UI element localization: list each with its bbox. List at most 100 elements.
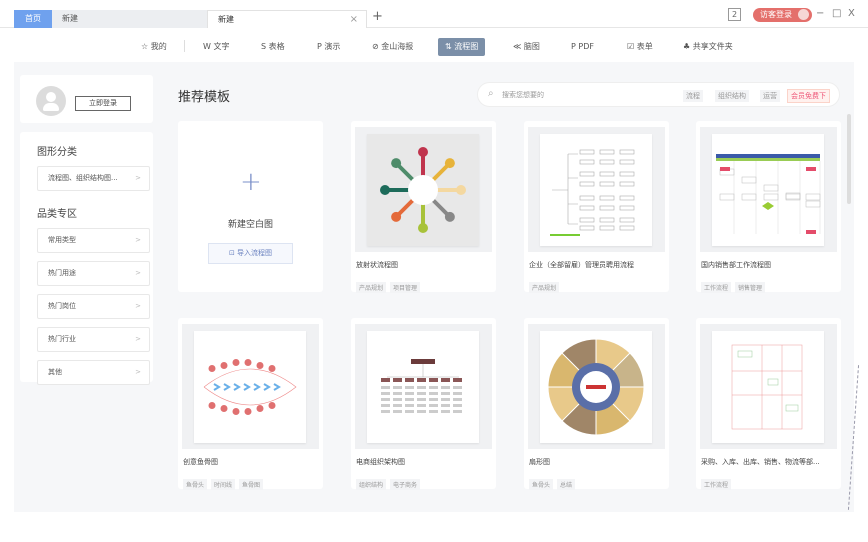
tab-label: 新建 bbox=[218, 15, 234, 24]
template-name: 企业（全部留雇）管理员聘用流程 bbox=[529, 261, 634, 269]
template-card[interactable]: 企业（全部留雇）管理员聘用流程 产品规划 bbox=[524, 121, 669, 293]
template-card[interactable]: 国内销售部工作流程图 工作流程 销售管理 bbox=[696, 121, 841, 293]
minimize-button[interactable]: − bbox=[816, 8, 824, 19]
nav-label: 文字 bbox=[213, 42, 230, 51]
nav-item-1[interactable]: W 文字 bbox=[196, 38, 236, 56]
new-blank-label: 新建空白图 bbox=[227, 220, 273, 230]
nav-item-4[interactable]: ⊘ 金山海报 bbox=[365, 38, 420, 56]
template-thumbnail bbox=[700, 324, 837, 449]
tab-label: 新建 bbox=[62, 14, 78, 23]
template-name: 电商组织架构图 bbox=[356, 458, 405, 466]
template-tag[interactable]: 项目管理 bbox=[390, 282, 421, 293]
tab-new-1[interactable]: 新建 bbox=[52, 10, 207, 28]
nav-divider bbox=[184, 40, 185, 52]
member-free-tag[interactable]: 会员免费下 bbox=[787, 89, 830, 103]
mindmap-icon: ≪ bbox=[513, 42, 522, 51]
template-tag[interactable]: 总结 bbox=[557, 479, 576, 490]
scrollbar[interactable] bbox=[847, 114, 851, 204]
template-card[interactable]: 扇形图 鱼骨头 总结 bbox=[524, 318, 669, 490]
menu-label: 热门岗位 bbox=[48, 302, 76, 310]
tab-new-2[interactable]: 新建 × bbox=[207, 10, 367, 28]
search-input[interactable]: ⌕ 搜索您想要的 流程 组织结构 运营 会员免费下 bbox=[477, 82, 840, 107]
section-title: 图形分类 bbox=[37, 147, 77, 158]
template-tag[interactable]: 工作流程 bbox=[701, 282, 732, 293]
nav-label: 演示 bbox=[324, 42, 341, 51]
top-nav: ☆ 我的 W 文字 S 表格 P 演示 ⊘ 金山海报 ⇅ 流程图 ≪ 脑图 P PDF ☑ 表单… bbox=[0, 34, 868, 58]
template-preview-image bbox=[540, 134, 652, 246]
guest-login-button[interactable]: 访客登录 bbox=[753, 8, 812, 22]
flowchart-icon: ⇅ bbox=[445, 42, 452, 51]
search-tag[interactable]: 组织结构 bbox=[715, 90, 749, 102]
nav-label: 我的 bbox=[150, 42, 167, 51]
import-flowchart-button[interactable]: ⊡ 导入流程图 bbox=[208, 243, 293, 264]
template-thumbnail bbox=[182, 324, 319, 449]
category-item[interactable]: 热门用途 > bbox=[37, 261, 150, 286]
category-item[interactable]: 热门岗位 > bbox=[37, 294, 150, 319]
add-tab-button[interactable]: + bbox=[372, 9, 383, 24]
tab-count-badge[interactable]: 2 bbox=[728, 8, 742, 21]
template-tag[interactable]: 鱼骨头 bbox=[529, 479, 554, 490]
category-panel: 图形分类 流程图、组织结构图... > 品类专区 常用类型 > 热门用途 > 热门岗位 > 热… bbox=[20, 132, 153, 385]
nav-item-8[interactable]: ☑ 表单 bbox=[620, 38, 660, 56]
nav-label: 金山海报 bbox=[381, 42, 414, 51]
template-tag[interactable]: 时间线 bbox=[211, 479, 236, 490]
template-tag[interactable]: 产品规划 bbox=[529, 282, 560, 293]
template-card[interactable]: 采购、入库、出库、销售、物流等部... 工作流程 bbox=[696, 318, 841, 490]
nav-item-6[interactable]: ≪ 脑图 bbox=[506, 38, 547, 56]
close-tab-icon[interactable]: × bbox=[350, 11, 358, 29]
template-tag[interactable]: 鱼骨头 bbox=[183, 479, 208, 490]
template-preview-image bbox=[194, 331, 306, 443]
login-button[interactable]: 立即登录 bbox=[75, 96, 131, 111]
nav-label: 流程图 bbox=[454, 42, 479, 51]
search-tag[interactable]: 运营 bbox=[760, 90, 780, 102]
category-item[interactable]: 其他 > bbox=[37, 360, 150, 385]
star-icon: ☆ bbox=[141, 42, 149, 51]
nav-item-2[interactable]: S 表格 bbox=[254, 38, 292, 56]
template-card[interactable]: 放射状流程图 产品规划 项目管理 bbox=[351, 121, 496, 293]
template-preview-image bbox=[540, 331, 652, 443]
search-tag[interactable]: 流程 bbox=[683, 90, 703, 102]
share-folder-icon: ♣ bbox=[683, 42, 691, 51]
import-label: 导入流程图 bbox=[237, 249, 273, 257]
template-tag[interactable]: 产品规划 bbox=[356, 282, 387, 293]
chevron-right-icon: > bbox=[135, 368, 141, 376]
tab-bar: 首页 新建 新建 × + 2 访客登录 − □ X bbox=[0, 0, 868, 28]
menu-label: 常用类型 bbox=[48, 236, 76, 244]
page-title: 推荐模板 bbox=[178, 90, 231, 105]
template-card[interactable]: 电商组织架构图 组织结构 电子商务 bbox=[351, 318, 496, 490]
template-preview-image bbox=[712, 331, 824, 443]
nav-label: 共享文件夹 bbox=[692, 42, 733, 51]
template-tag[interactable]: 鱼骨图 bbox=[239, 479, 264, 490]
menu-label: 流程图、组织结构图... bbox=[48, 174, 118, 182]
nav-item-0[interactable]: ☆ 我的 bbox=[134, 38, 174, 56]
nav-item-3[interactable]: P 演示 bbox=[310, 38, 347, 56]
chevron-right-icon: > bbox=[135, 302, 141, 310]
nav-item-5[interactable]: ⇅ 流程图 bbox=[438, 38, 486, 56]
avatar bbox=[36, 86, 66, 116]
chevron-right-icon: > bbox=[135, 174, 141, 182]
category-item[interactable]: 热门行业 > bbox=[37, 327, 150, 352]
nav-label: 脑图 bbox=[523, 42, 540, 51]
template-tag[interactable]: 组织结构 bbox=[356, 479, 387, 490]
template-tag[interactable]: 销售管理 bbox=[735, 282, 766, 293]
maximize-button[interactable]: □ bbox=[832, 8, 841, 19]
menu-label: 热门用途 bbox=[48, 269, 76, 277]
template-preview-image bbox=[367, 134, 479, 246]
tab-home[interactable]: 首页 bbox=[14, 10, 52, 28]
nav-item-7[interactable]: P PDF bbox=[564, 38, 601, 56]
login-card: 立即登录 bbox=[20, 75, 153, 123]
template-name: 放射状流程图 bbox=[356, 261, 398, 269]
category-item[interactable]: 流程图、组织结构图... > bbox=[37, 166, 150, 191]
template-card[interactable]: 创意鱼骨图 鱼骨头 时间线 鱼骨图 bbox=[178, 318, 323, 490]
nav-label: 表格 bbox=[268, 42, 285, 51]
guest-login-label: 访客登录 bbox=[760, 10, 792, 19]
template-name: 采购、入库、出库、销售、物流等部... bbox=[701, 458, 820, 466]
category-item[interactable]: 常用类型 > bbox=[37, 228, 150, 253]
close-window-button[interactable]: X bbox=[848, 8, 855, 19]
new-blank-card[interactable]: + 新建空白图 ⊡ 导入流程图 bbox=[178, 121, 323, 292]
template-tag[interactable]: 工作流程 bbox=[701, 479, 732, 490]
template-tag[interactable]: 电子商务 bbox=[390, 479, 421, 490]
writer-icon: W bbox=[203, 42, 211, 51]
nav-item-9[interactable]: ♣ 共享文件夹 bbox=[676, 38, 740, 56]
chevron-right-icon: > bbox=[135, 335, 141, 343]
